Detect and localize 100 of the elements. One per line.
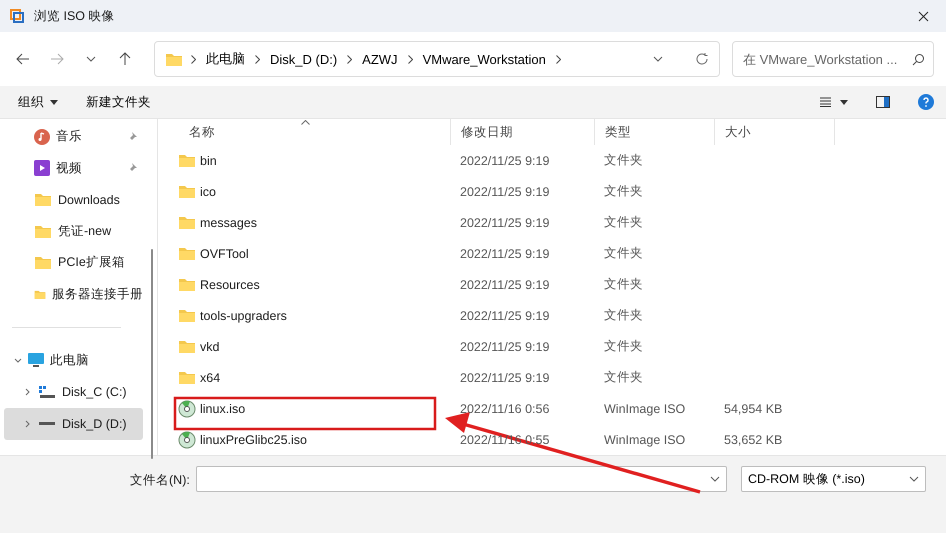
- disc-icon: [178, 430, 196, 448]
- organize-button[interactable]: 组织: [18, 94, 58, 110]
- folder-icon: [34, 192, 52, 208]
- date-cell-text: 2022/11/25 9:19: [459, 154, 550, 168]
- column-header[interactable]: 修改日期: [451, 119, 595, 145]
- address-bar[interactable]: 此电脑 Disk_D (D:) AZWJ VMware_Workstation: [154, 41, 720, 77]
- chevron-down-icon: [909, 476, 919, 482]
- back-arrow-icon: [16, 53, 30, 65]
- disc-icon: [178, 400, 196, 418]
- sidebar-item[interactable]: 视频: [4, 152, 143, 184]
- breadcrumb[interactable]: AZWJ: [360, 52, 400, 66]
- file-row[interactable]: linux.iso 2022/11/16 0:56 WinImage ISO 54,954 KB: [158, 393, 946, 424]
- search-field[interactable]: 在 VMware_Workstation ...: [732, 41, 934, 77]
- up-arrow-icon: [119, 52, 131, 66]
- date-cell-text: 2022/11/25 9:19: [459, 340, 550, 354]
- breadcrumb[interactable]: Disk_D (D:): [268, 52, 340, 66]
- file-row[interactable]: Resources 2022/11/25 9:19 文件夹: [158, 269, 946, 300]
- folder-icon: [178, 184, 196, 199]
- sidebar-item[interactable]: 音乐: [4, 121, 143, 152]
- file-name: tools-upgraders: [200, 308, 287, 322]
- folder-icon: [178, 339, 196, 354]
- date-cell-text: 2022/11/25 9:19: [459, 216, 550, 230]
- folder-icon: [178, 370, 196, 385]
- folder-icon: [178, 246, 196, 261]
- type-cell-text: 文件夹: [603, 152, 643, 169]
- type-cell-text: 文件夹: [603, 338, 643, 355]
- drive-icon: [39, 422, 55, 426]
- file-name: messages: [200, 216, 257, 230]
- sidebar-item[interactable]: 此电脑: [4, 345, 143, 376]
- file-name: vkd: [200, 340, 220, 354]
- column-header[interactable]: 类型: [595, 119, 715, 145]
- view-list-icon[interactable]: [820, 97, 848, 107]
- sidebar-item[interactable]: 凭证-new: [4, 216, 143, 247]
- sidebar-item[interactable]: Downloads: [4, 184, 143, 216]
- chevron-right-icon[interactable]: [24, 388, 32, 396]
- file-name: x64: [200, 370, 220, 384]
- type-cell-text: 文件夹: [603, 369, 643, 386]
- search-icon: [912, 52, 925, 66]
- file-row[interactable]: messages 2022/11/25 9:19 文件夹: [158, 207, 946, 238]
- dropdown-icon: [653, 56, 663, 62]
- file-row[interactable]: tools-upgraders 2022/11/25 9:19 文件夹: [158, 300, 946, 331]
- type-cell-text: 文件夹: [603, 276, 643, 293]
- file-row[interactable]: vkd 2022/11/25 9:19 文件夹: [158, 331, 946, 362]
- type-cell-text: WinImage ISO: [603, 432, 686, 446]
- breadcrumb[interactable]: VMware_Workstation: [420, 52, 548, 66]
- sidebar-item[interactable]: Disk_C (C:): [4, 376, 143, 408]
- type-cell-text: 文件夹: [603, 307, 643, 324]
- type-cell-text: 文件夹: [603, 183, 643, 200]
- file-name: OVFTool: [200, 246, 249, 260]
- file-name: Resources: [200, 278, 260, 292]
- filename-field[interactable]: [196, 466, 727, 492]
- column-header[interactable]: 名称: [179, 119, 451, 145]
- music-icon: [34, 128, 50, 145]
- date-cell-text: 2022/11/25 9:19: [459, 370, 550, 384]
- refresh-icon[interactable]: [695, 52, 709, 66]
- chevron-right-icon: [255, 54, 260, 64]
- breadcrumb[interactable]: 此电脑: [204, 50, 247, 68]
- system-drive-icon: [38, 385, 56, 400]
- filename-label: 文件名(N):: [130, 472, 190, 489]
- date-cell-text: 2022/11/25 9:19: [459, 308, 550, 322]
- type-cell-text: 文件夹: [603, 245, 643, 262]
- folder-icon: [165, 52, 183, 66]
- new-folder-button[interactable]: 新建文件夹: [86, 94, 151, 110]
- folder-icon: [178, 215, 196, 230]
- date-cell-text: 2022/11/25 9:19: [459, 246, 550, 260]
- chevron-right-icon: [191, 54, 196, 64]
- file-name: linux.iso: [200, 402, 246, 416]
- help-icon[interactable]: [918, 94, 934, 110]
- size-cell-text: 53,652 KB: [723, 432, 782, 446]
- close-icon: [918, 10, 928, 22]
- file-type-dropdown[interactable]: CD-ROM 映像 (*.iso): [740, 466, 926, 492]
- file-name: bin: [200, 154, 217, 168]
- sidebar-item[interactable]: 服务器连接手册: [4, 278, 143, 310]
- type-cell-text: 文件夹: [603, 214, 643, 231]
- column-header[interactable]: 大小: [715, 119, 835, 145]
- date-cell-text: 2022/11/25 9:19: [459, 278, 550, 292]
- window-title: 浏览 ISO 映像: [34, 8, 116, 24]
- date-cell-text: 2022/11/25 9:19: [459, 184, 550, 198]
- file-row[interactable]: x64 2022/11/25 9:19 文件夹: [158, 362, 946, 393]
- folder-icon: [178, 277, 196, 292]
- type-cell-text: WinImage ISO: [603, 402, 686, 416]
- chevron-right-icon: [347, 54, 352, 64]
- folder-icon: [178, 308, 196, 323]
- chevron-down-icon[interactable]: [14, 356, 22, 365]
- chevron-down-icon: [710, 476, 720, 482]
- sidebar-item[interactable]: PCIe扩展箱: [4, 247, 143, 278]
- file-row[interactable]: bin 2022/11/25 9:19 文件夹: [158, 145, 946, 176]
- chevron-down-icon: [86, 56, 96, 62]
- preview-pane-icon[interactable]: [876, 96, 890, 108]
- caret-icon: [50, 100, 58, 104]
- size-cell-text: 54,954 KB: [723, 402, 782, 416]
- forward-arrow-icon: [50, 53, 64, 65]
- video-icon: [34, 160, 50, 176]
- chevron-right-icon[interactable]: [24, 420, 32, 428]
- scrollbar-thumb[interactable]: [151, 249, 153, 459]
- app-icon: [10, 9, 24, 23]
- folder-icon: [178, 153, 196, 168]
- file-row[interactable]: ico 2022/11/25 9:19 文件夹: [158, 176, 946, 207]
- sidebar-item[interactable]: Disk_D (D:): [4, 408, 143, 440]
- file-row[interactable]: OVFTool 2022/11/25 9:19 文件夹: [158, 238, 946, 269]
